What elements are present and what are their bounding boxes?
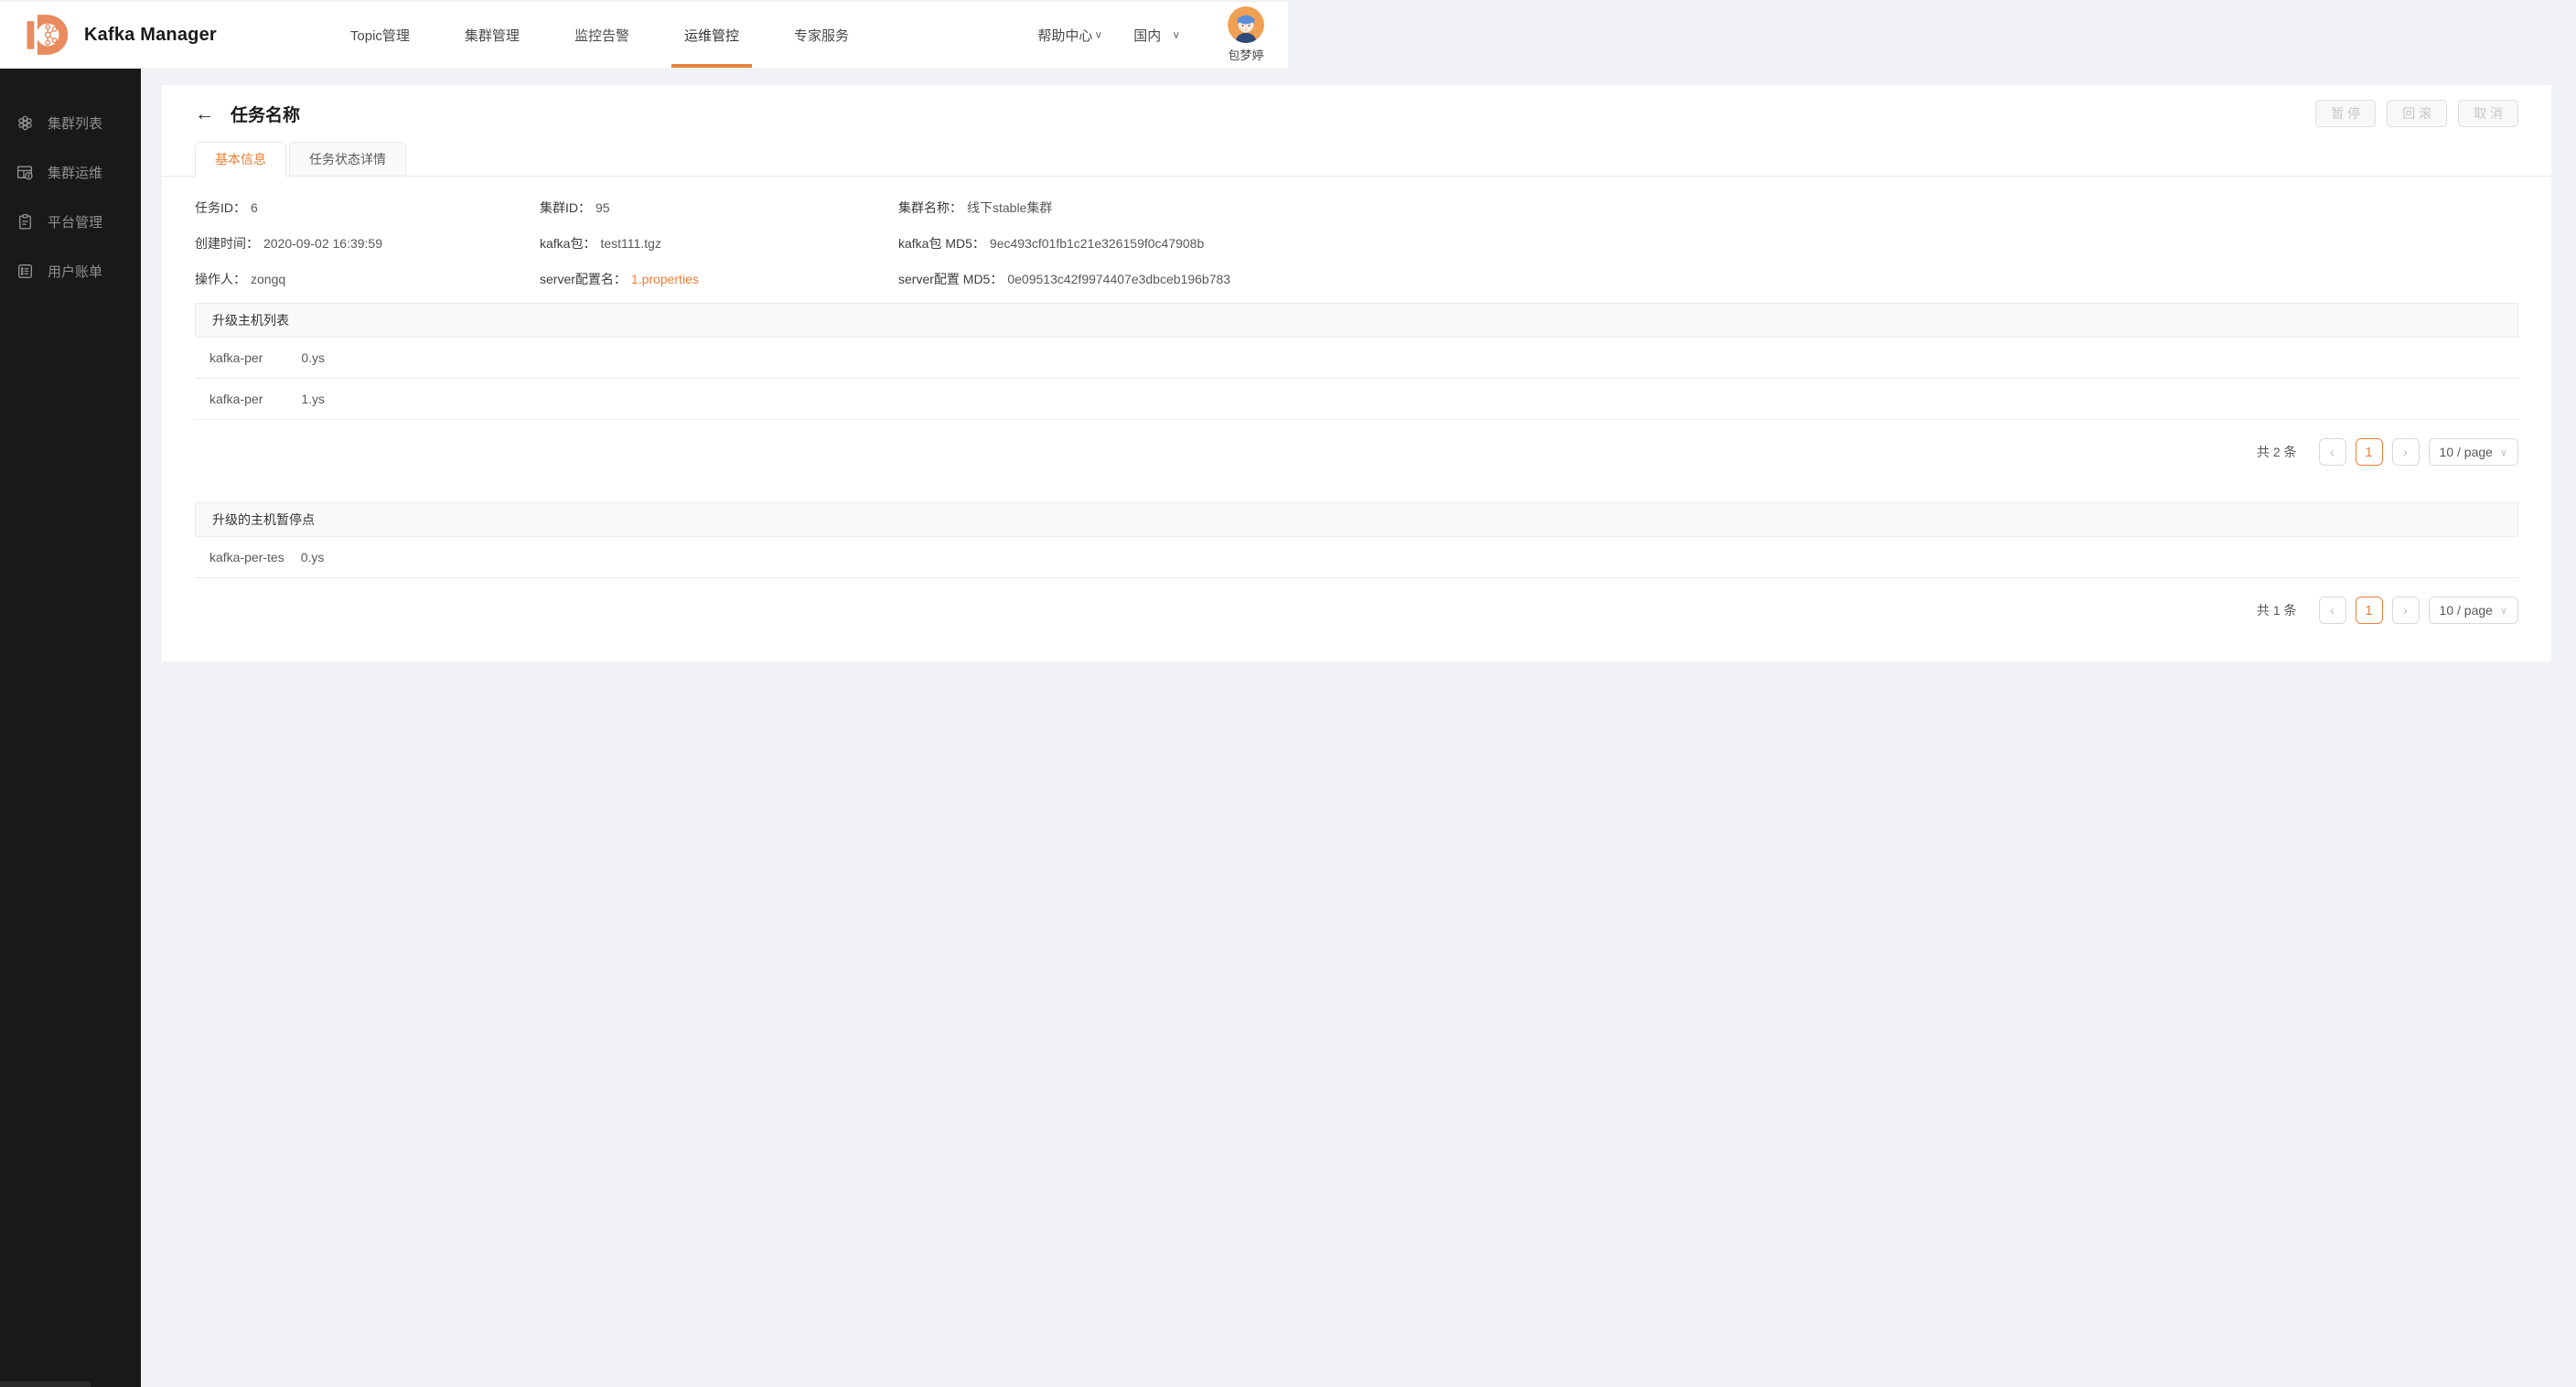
- nav-topic-management[interactable]: Topic管理: [323, 2, 437, 68]
- honeycomb-icon: [15, 113, 35, 133]
- region-label: 国内: [1133, 27, 1162, 44]
- tab-basic-info[interactable]: 基本信息: [195, 142, 286, 177]
- app-title: Kafka Manager: [84, 24, 217, 45]
- sidebar-item-label: 集群运维: [48, 165, 103, 181]
- host-row: kafka-per 1.ys: [195, 379, 2518, 420]
- section-title-upgrade-hosts: 升级主机列表: [195, 303, 2518, 338]
- cancel-button[interactable]: 取 消: [2458, 100, 2518, 127]
- help-center-menu[interactable]: 帮助中心 ∨: [1037, 26, 1102, 45]
- nav-ops-control[interactable]: 运维管控: [657, 2, 767, 68]
- info-operator: 操作人： zongq: [195, 267, 288, 286]
- sidebar-item-label: 集群列表: [48, 115, 103, 132]
- user-name: 包梦婷: [1228, 48, 1264, 62]
- page-number-button[interactable]: 1: [2355, 597, 2383, 624]
- primary-nav: Topic管理 集群管理 监控告警 运维管控 专家服务: [323, 2, 876, 68]
- top-header: Kafka Manager Topic管理 集群管理 监控告警 运维管控 专家服…: [0, 0, 1288, 69]
- info-server-config-name: server配置名： 1.properties: [540, 272, 699, 286]
- list-icon: [15, 261, 35, 281]
- info-cluster-name: 集群名称： 线下stable集群: [898, 200, 1053, 215]
- back-arrow-icon[interactable]: ←: [195, 104, 214, 124]
- chevron-right-icon: ›: [2403, 444, 2409, 460]
- tab-bar: 基本信息 任务状态详情: [162, 142, 2551, 177]
- main-area: ← 任务名称 暂 停 回 滚 取 消 基本信息 任务状态详情 任务ID： 6 集群…: [141, 69, 2576, 1387]
- next-page-button[interactable]: ›: [2391, 597, 2420, 624]
- upgrade-host-list-section: 升级主机列表 kafka-per 0.ys kafka-per 1.ys 共 2 条…: [195, 303, 2518, 466]
- page-size-select[interactable]: 10 / page ∨: [2428, 438, 2518, 466]
- section-title-pause-points: 升级的主机暂停点: [195, 502, 2518, 537]
- total-count: 共 2 条: [2256, 445, 2297, 459]
- rollback-button[interactable]: 回 滚: [2387, 100, 2448, 127]
- prev-page-button[interactable]: ‹: [2318, 597, 2346, 624]
- chevron-down-icon: ∨: [1172, 28, 1180, 41]
- host-row: kafka-per-tes 0.ys: [195, 537, 2518, 578]
- nav-monitor-alert[interactable]: 监控告警: [547, 2, 657, 68]
- total-count: 共 1 条: [2256, 603, 2297, 618]
- chevron-down-icon: ∨: [2499, 446, 2507, 458]
- task-actions: 暂 停 回 滚 取 消: [2315, 100, 2518, 127]
- user-menu[interactable]: 包梦婷: [1228, 6, 1264, 63]
- pause-button[interactable]: 暂 停: [2315, 100, 2377, 127]
- sidebar-item-user-billing[interactable]: 用户账单: [0, 246, 141, 296]
- header-right: 帮助中心 ∨ 国内 ∨ 包梦婷: [1037, 6, 1264, 63]
- chevron-down-icon: ∨: [2499, 605, 2507, 617]
- page-size-select[interactable]: 10 / page ∨: [2428, 597, 2518, 624]
- info-server-config-md5: server配置 MD5： 0e09513c42f9974407e3dbceb19…: [898, 272, 1231, 286]
- sidebar-item-label: 平台管理: [48, 214, 103, 231]
- task-detail-card: ← 任务名称 暂 停 回 滚 取 消 基本信息 任务状态详情 任务ID： 6 集群…: [162, 85, 2551, 661]
- upgrade-pause-point-section: 升级的主机暂停点 kafka-per-tes 0.ys 共 1 条 ‹ 1 › 1…: [195, 502, 2518, 624]
- nav-expert-service[interactable]: 专家服务: [767, 2, 876, 68]
- server-config-link[interactable]: 1.properties: [631, 272, 699, 286]
- sidebar-item-cluster-list[interactable]: 集群列表: [0, 98, 141, 147]
- sidebar-item-cluster-ops[interactable]: 集群运维: [0, 147, 141, 197]
- info-task-id: 任务ID： 6: [195, 200, 258, 215]
- page-title: 任务名称: [231, 105, 301, 125]
- chevron-left-icon: ‹: [2330, 602, 2335, 618]
- page-number-button[interactable]: 1: [2355, 438, 2383, 466]
- help-center-label: 帮助中心: [1037, 27, 1093, 44]
- info-create-time: 创建时间： 2020-09-02 16:39:59: [195, 236, 382, 251]
- info-cluster-id: 集群ID： 95: [540, 200, 610, 215]
- avatar: [1228, 6, 1264, 43]
- chevron-right-icon: ›: [2403, 602, 2409, 618]
- chevron-left-icon: ‹: [2330, 444, 2335, 460]
- sidebar-item-platform-management[interactable]: 平台管理: [0, 197, 141, 246]
- clipboard-icon: [15, 211, 35, 231]
- host-list-pagination: 共 2 条 ‹ 1 › 10 / page ∨: [195, 438, 2518, 466]
- host-row: kafka-per 0.ys: [195, 338, 2518, 379]
- kafka-manager-logo-icon: [24, 9, 75, 60]
- info-kafka-package: kafka包： test111.tgz: [540, 236, 661, 251]
- sidebar: 集群列表 集群运维 平台管理 用户账单: [0, 69, 141, 1387]
- info-kafka-package-md5: kafka包 MD5： 9ec493cf01fb1c21e326159f0c479…: [898, 236, 1205, 251]
- region-menu[interactable]: 国内 ∨: [1133, 26, 1180, 45]
- finance-table-icon: [15, 162, 35, 182]
- prev-page-button[interactable]: ‹: [2318, 438, 2346, 466]
- task-info-grid: 任务ID： 6 集群ID： 95 集群名称： 线下stable集群 创建时间： 2020…: [195, 199, 2518, 288]
- next-page-button[interactable]: ›: [2391, 438, 2420, 466]
- nav-cluster-management[interactable]: 集群管理: [437, 2, 547, 68]
- sidebar-item-label: 用户账单: [48, 263, 103, 280]
- pause-list-pagination: 共 1 条 ‹ 1 › 10 / page ∨: [195, 597, 2518, 624]
- chevron-down-icon: ∨: [1094, 28, 1103, 41]
- tab-task-status-detail[interactable]: 任务状态详情: [289, 142, 406, 177]
